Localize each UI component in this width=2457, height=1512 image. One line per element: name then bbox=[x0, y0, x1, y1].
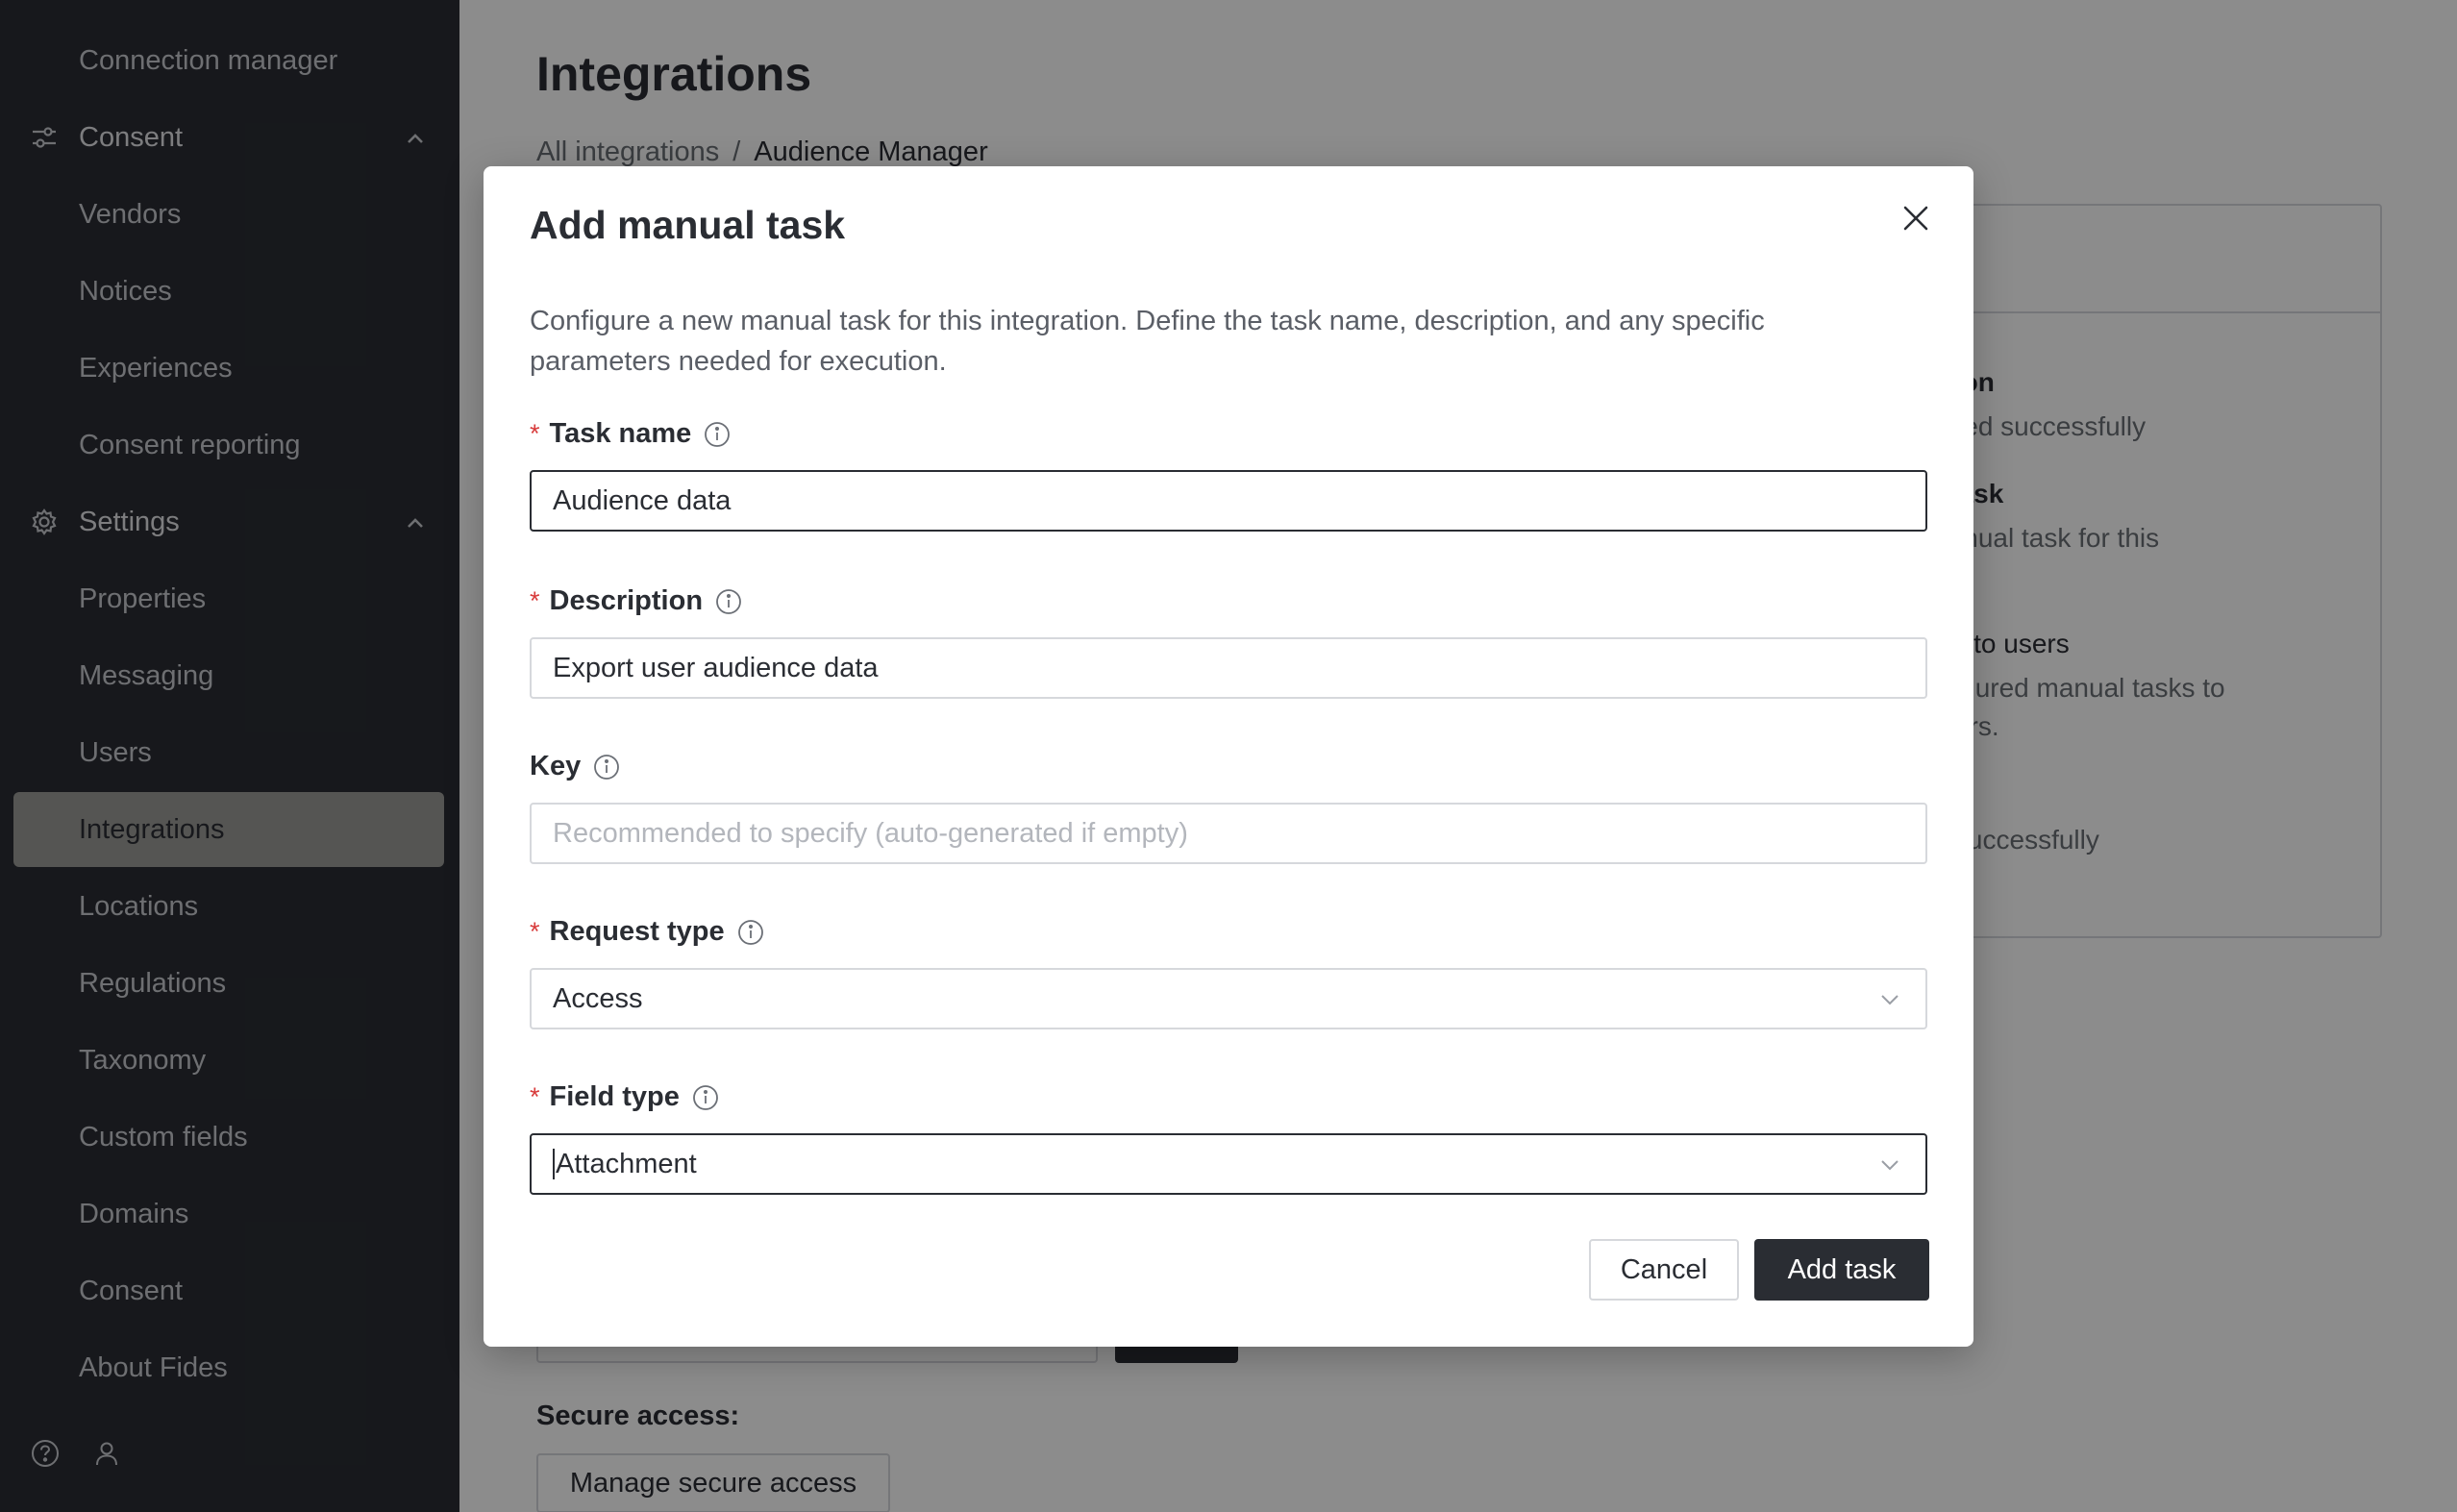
key-input[interactable]: Recommended to specify (auto-generated i… bbox=[530, 803, 1927, 864]
request-type-label-text: Request type bbox=[549, 916, 725, 947]
close-button[interactable] bbox=[1893, 195, 1939, 241]
cancel-button[interactable]: Cancel bbox=[1589, 1239, 1739, 1301]
text-caret bbox=[553, 1149, 555, 1179]
key-label-text: Key bbox=[530, 751, 582, 781]
required-marker: * bbox=[530, 1082, 540, 1111]
required-marker: * bbox=[530, 419, 540, 448]
add-task-button[interactable]: Add task bbox=[1754, 1239, 1929, 1301]
chevron-down-icon bbox=[1877, 987, 1902, 1012]
task-name-value: Audience data bbox=[553, 484, 732, 516]
field-type-label: * Field type bbox=[530, 1081, 720, 1113]
field-type-value: Attachment bbox=[556, 1148, 697, 1179]
add-manual-task-modal: Add manual task Configure a new manual t… bbox=[484, 166, 1973, 1347]
close-icon bbox=[1903, 206, 1928, 231]
description-value: Export user audience data bbox=[553, 652, 879, 683]
request-type-value: Access bbox=[553, 982, 643, 1014]
field-type-select[interactable]: Attachment bbox=[530, 1133, 1927, 1195]
chevron-down-icon bbox=[1877, 1153, 1902, 1177]
request-type-label: * Request type bbox=[530, 916, 765, 948]
request-type-select[interactable]: Access bbox=[530, 968, 1927, 1029]
field-type-label-text: Field type bbox=[549, 1081, 680, 1112]
info-icon[interactable] bbox=[691, 1083, 720, 1112]
info-icon[interactable] bbox=[714, 587, 743, 616]
key-label: Key bbox=[530, 751, 621, 782]
task-name-label-text: Task name bbox=[549, 418, 692, 449]
description-label: * Description bbox=[530, 585, 743, 617]
modal-description: Configure a new manual task for this int… bbox=[530, 306, 1765, 377]
description-label-text: Description bbox=[549, 585, 704, 616]
description-input[interactable]: Export user audience data bbox=[530, 637, 1927, 699]
info-icon[interactable] bbox=[703, 420, 732, 449]
required-marker: * bbox=[530, 917, 540, 946]
required-marker: * bbox=[530, 586, 540, 615]
key-placeholder: Recommended to specify (auto-generated i… bbox=[553, 817, 1188, 849]
info-icon[interactable] bbox=[736, 918, 765, 947]
task-name-input[interactable]: Audience data bbox=[530, 470, 1927, 532]
task-name-label: * Task name bbox=[530, 418, 732, 450]
modal-title: Add manual task bbox=[530, 203, 846, 247]
info-icon[interactable] bbox=[592, 753, 621, 781]
